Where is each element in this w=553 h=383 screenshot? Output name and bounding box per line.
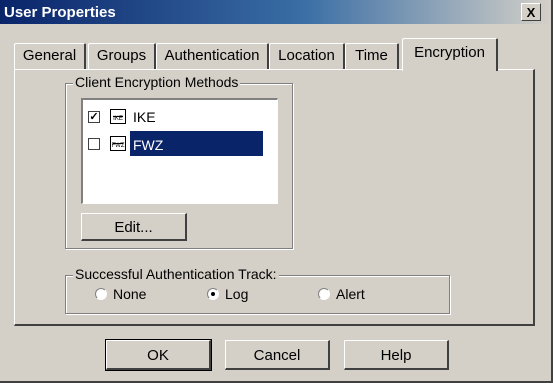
fwz-icon: FWZ xyxy=(110,136,126,151)
tab-location[interactable]: Location xyxy=(269,43,345,69)
none-radio-button[interactable] xyxy=(95,288,107,300)
help-button[interactable]: Help xyxy=(344,340,449,370)
list-item-ike[interactable]: ✓ IKE IKE xyxy=(86,106,276,128)
log-radio-button[interactable] xyxy=(207,288,219,300)
tab-time[interactable]: Time xyxy=(345,43,399,69)
window-title: User Properties xyxy=(4,4,116,21)
ike-label: IKE xyxy=(133,109,156,125)
tab-general[interactable]: General xyxy=(14,43,86,69)
cancel-button[interactable]: Cancel xyxy=(225,340,330,370)
ike-icon: IKE xyxy=(110,109,126,124)
client-encryption-legend: Client Encryption Methods xyxy=(73,74,241,90)
ok-button[interactable]: OK xyxy=(105,339,212,371)
title-bar[interactable]: User Properties X xyxy=(0,0,551,24)
list-item-fwz[interactable]: FWZ FWZ xyxy=(86,131,276,156)
tab-authentication[interactable]: Authentication xyxy=(156,43,269,69)
radio-selected-dot xyxy=(211,292,215,296)
tab-encryption[interactable]: Encryption xyxy=(402,38,498,71)
log-label: Log xyxy=(225,286,249,302)
ike-checkbox[interactable]: ✓ xyxy=(88,111,100,123)
none-label: None xyxy=(113,286,147,302)
close-button[interactable]: X xyxy=(521,3,541,21)
alert-label: Alert xyxy=(336,286,365,302)
fwz-checkbox[interactable] xyxy=(88,138,100,150)
auth-track-legend: Successful Authentication Track: xyxy=(73,266,279,282)
encryption-methods-list[interactable]: ✓ IKE IKE FWZ FWZ xyxy=(81,98,278,204)
edit-button[interactable]: Edit... xyxy=(81,213,187,241)
user-properties-dialog: User Properties X General Groups Authent… xyxy=(0,0,553,383)
alert-radio-button[interactable] xyxy=(318,288,330,300)
fwz-label: FWZ xyxy=(130,131,263,156)
tab-groups[interactable]: Groups xyxy=(88,43,156,69)
